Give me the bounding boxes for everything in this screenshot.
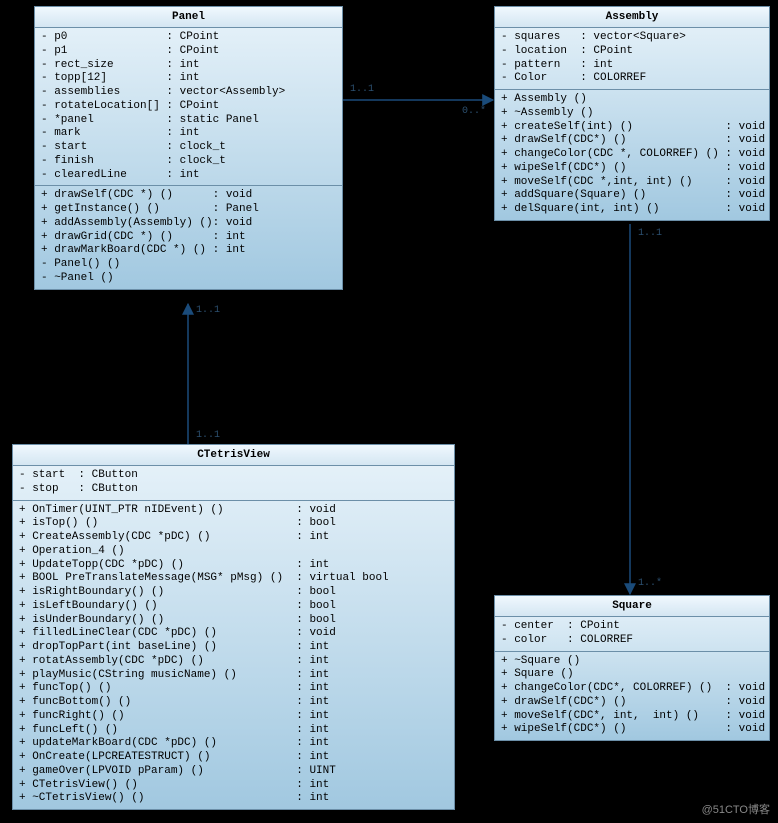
op-row: + changeColor(CDC *, COLORREF) () : void	[501, 148, 763, 162]
class-assembly: Assembly - squares : vector<Square>- loc…	[494, 6, 770, 221]
attr-row: - squares : vector<Square>	[501, 31, 763, 45]
attr-row: - clearedLine : int	[41, 169, 336, 183]
op-row: + dropTopPart(int baseLine) () : int	[19, 641, 448, 655]
operations-section: + ~Square () + Square () + changeColor(C…	[495, 652, 769, 741]
op-row: + createSelf(int) () : void	[501, 121, 763, 135]
attributes-section: - start : CButton- stop : CButton	[13, 466, 454, 501]
operations-section: + drawSelf(CDC *) () : void+ getInstance…	[35, 186, 342, 288]
op-row: + drawMarkBoard(CDC *) () : int	[41, 244, 336, 258]
attr-row: - center : CPoint	[501, 620, 763, 634]
operations-section: + OnTimer(UINT_PTR nIDEvent) () : void+ …	[13, 501, 454, 810]
op-row: - ~Panel ()	[41, 272, 336, 286]
class-title: Square	[495, 596, 769, 617]
op-row: + funcLeft() () : int	[19, 724, 448, 738]
op-row: + isUnderBoundary() () : bool	[19, 614, 448, 628]
class-panel: Panel - p0 : CPoint- p1 : CPoint- rect_s…	[34, 6, 343, 290]
op-row: + funcRight() () : int	[19, 710, 448, 724]
mult-ctetris-panel-src: 1..1	[196, 430, 220, 441]
attr-row: - *panel : static Panel	[41, 114, 336, 128]
mult-ctetris-panel-dst: 1..1	[196, 305, 220, 316]
op-row: + addSquare(Square) () : void	[501, 189, 763, 203]
op-row: + changeColor(CDC*, COLORREF) () : void	[501, 682, 763, 696]
op-row: + wipeSelf(CDC*) () : void	[501, 162, 763, 176]
op-row: + isRightBoundary() () : bool	[19, 586, 448, 600]
op-row: + drawSelf(CDC*) () : void	[501, 696, 763, 710]
mult-assembly-square-src: 1..1	[638, 228, 662, 239]
op-row: + OnTimer(UINT_PTR nIDEvent) () : void	[19, 504, 448, 518]
attr-row: - location : CPoint	[501, 45, 763, 59]
attr-row: - assemblies : vector<Assembly>	[41, 86, 336, 100]
attr-row: - p1 : CPoint	[41, 45, 336, 59]
attr-row: - pattern : int	[501, 59, 763, 73]
op-row: + rotatAssembly(CDC *pDC) () : int	[19, 655, 448, 669]
attr-row: - Color : COLORREF	[501, 72, 763, 86]
op-row: + getInstance() () : Panel	[41, 203, 336, 217]
op-row: + Operation_4 ()	[19, 545, 448, 559]
op-row: + OnCreate(LPCREATESTRUCT) () : int	[19, 751, 448, 765]
class-title: Panel	[35, 7, 342, 28]
attr-row: - p0 : CPoint	[41, 31, 336, 45]
op-row: + updateMarkBoard(CDC *pDC) () : int	[19, 737, 448, 751]
op-row: + drawGrid(CDC *) () : int	[41, 231, 336, 245]
op-row: + ~CTetrisView() () : int	[19, 792, 448, 806]
op-row: + Square ()	[501, 668, 763, 682]
op-row: + wipeSelf(CDC*) () : void	[501, 723, 763, 737]
attributes-section: - squares : vector<Square>- location : C…	[495, 28, 769, 90]
op-row: + drawSelf(CDC*) () : void	[501, 134, 763, 148]
class-title: CTetrisView	[13, 445, 454, 466]
op-row: + isTop() () : bool	[19, 517, 448, 531]
attr-row: - topp[12] : int	[41, 72, 336, 86]
op-row: + funcTop() () : int	[19, 682, 448, 696]
op-row: - Panel() ()	[41, 258, 336, 272]
op-row: + CTetrisView() () : int	[19, 779, 448, 793]
mult-panel-assembly-dst: 0..*	[462, 106, 486, 117]
attr-row: - rect_size : int	[41, 59, 336, 73]
op-row: + addAssembly(Assembly) (): void	[41, 217, 336, 231]
op-row: + Assembly ()	[501, 93, 763, 107]
op-row: + isLeftBoundary() () : bool	[19, 600, 448, 614]
attr-row: - mark : int	[41, 127, 336, 141]
op-row: + filledLineClear(CDC *pDC) () : void	[19, 627, 448, 641]
attr-row: - color : COLORREF	[501, 634, 763, 648]
op-row: + playMusic(CString musicName) () : int	[19, 669, 448, 683]
attr-row: - rotateLocation[] : CPoint	[41, 100, 336, 114]
op-row: + UpdateTopp(CDC *pDC) () : int	[19, 559, 448, 573]
op-row: + gameOver(LPVOID pParam) () : UINT	[19, 765, 448, 779]
class-title: Assembly	[495, 7, 769, 28]
op-row: + ~Assembly ()	[501, 107, 763, 121]
attr-row: - finish : clock_t	[41, 155, 336, 169]
op-row: + BOOL PreTranslateMessage(MSG* pMsg) ()…	[19, 572, 448, 586]
attributes-section: - p0 : CPoint- p1 : CPoint- rect_size : …	[35, 28, 342, 186]
watermark: @51CTO博客	[702, 801, 770, 817]
attributes-section: - center : CPoint- color : COLORREF	[495, 617, 769, 652]
op-row: + CreateAssembly(CDC *pDC) () : int	[19, 531, 448, 545]
mult-panel-assembly-src: 1..1	[350, 84, 374, 95]
attr-row: - start : CButton	[19, 469, 448, 483]
op-row: + drawSelf(CDC *) () : void	[41, 189, 336, 203]
op-row: + ~Square ()	[501, 655, 763, 669]
attr-row: - start : clock_t	[41, 141, 336, 155]
mult-assembly-square-dst: 1..*	[638, 578, 662, 589]
attr-row: - stop : CButton	[19, 483, 448, 497]
op-row: + delSquare(int, int) () : void	[501, 203, 763, 217]
class-square: Square - center : CPoint- color : COLORR…	[494, 595, 770, 741]
op-row: + funcBottom() () : int	[19, 696, 448, 710]
class-ctetrisview: CTetrisView - start : CButton- stop : CB…	[12, 444, 455, 810]
op-row: + moveSelf(CDC *,int, int) () : void	[501, 176, 763, 190]
op-row: + moveSelf(CDC*, int, int) () : void	[501, 710, 763, 724]
operations-section: + Assembly () + ~Assembly () + createSel…	[495, 90, 769, 220]
